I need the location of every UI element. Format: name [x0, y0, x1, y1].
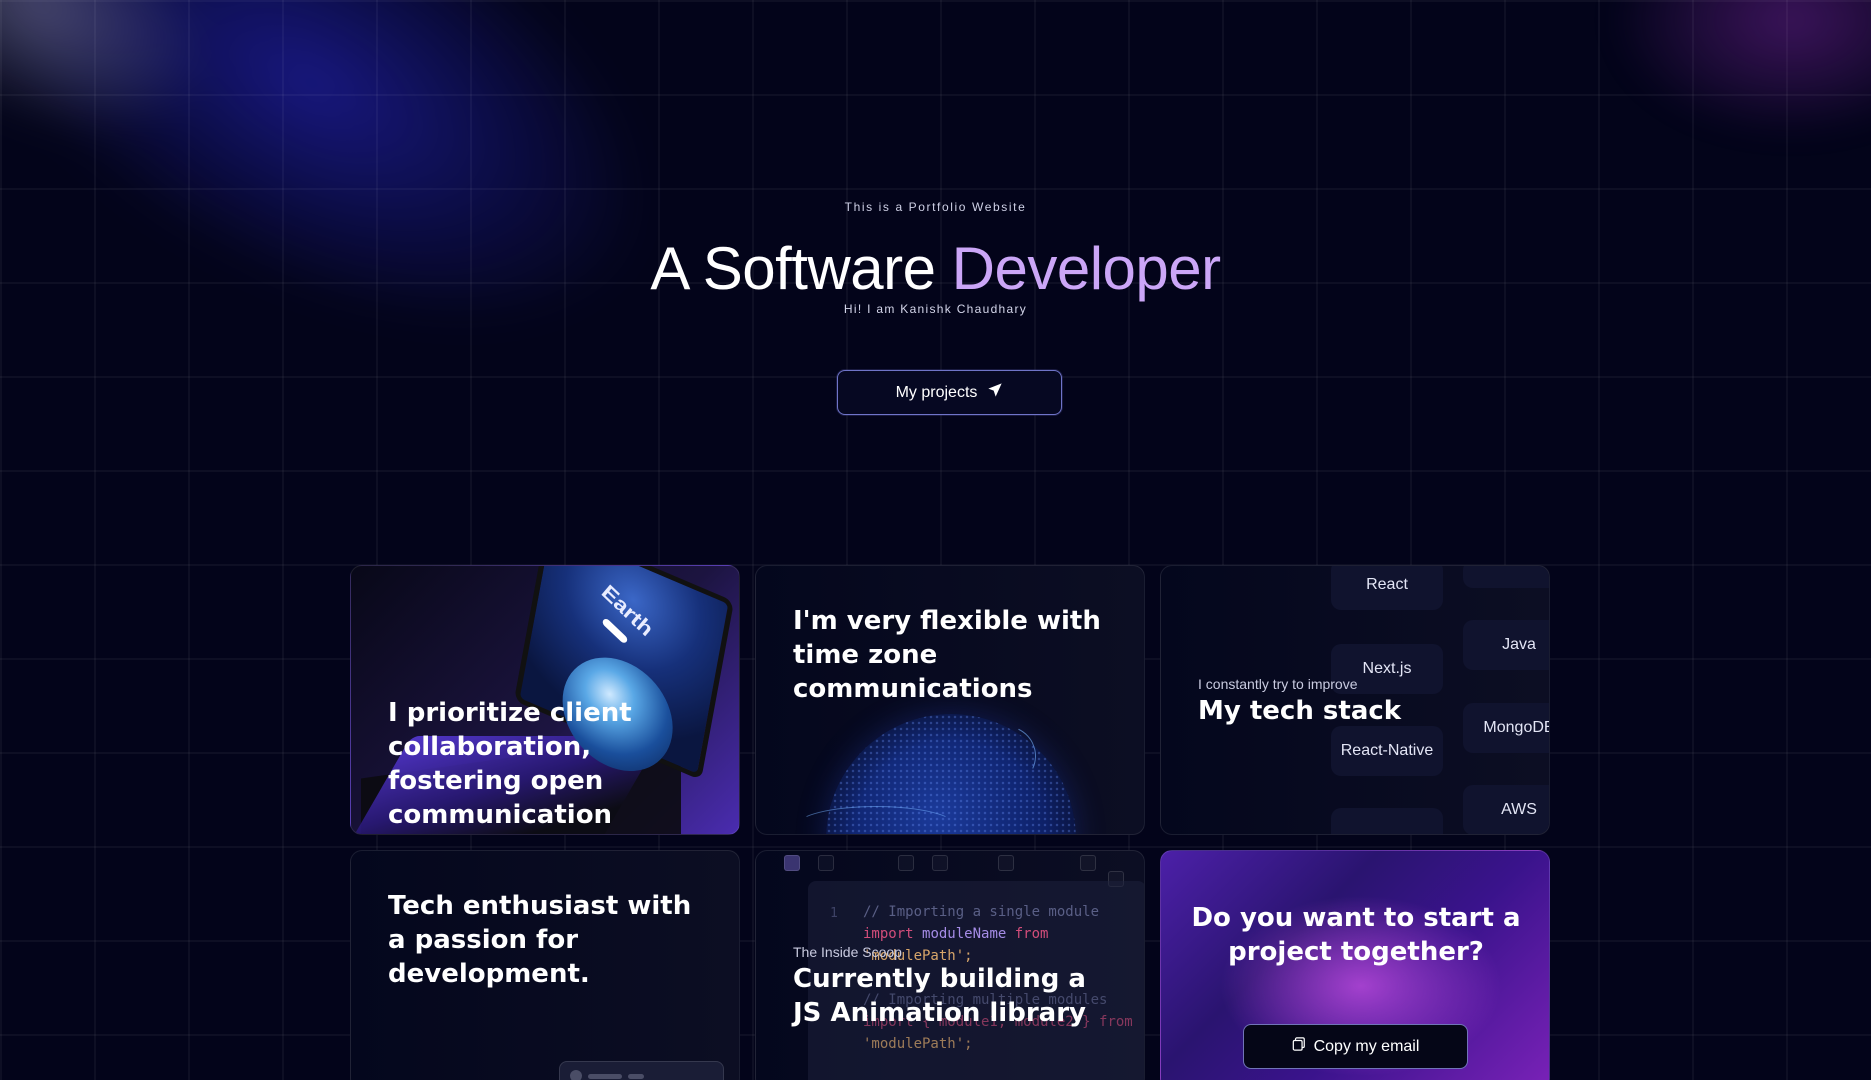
- my-projects-label: My projects: [895, 383, 978, 401]
- hero-eyebrow: This is a Portfolio Website: [844, 200, 1027, 214]
- hero-subtitle: Hi! I am Kanishk Chaudhary: [843, 302, 1028, 316]
- hero-section: This is a Portfolio Website A Software D…: [0, 200, 1871, 316]
- tech-pill-react-native: React-Native: [1331, 726, 1443, 776]
- card-title: Do you want to start a project together?: [1191, 903, 1521, 967]
- card-tech-enthusiast: Tech enthusiast with a passion for devel…: [350, 850, 740, 1080]
- card-title: Currently building a JS Animation librar…: [793, 964, 1086, 1028]
- send-icon: [987, 382, 1003, 403]
- copy-email-label: Copy my email: [1313, 1037, 1420, 1055]
- card-title: Tech enthusiast with a passion for devel…: [388, 891, 692, 989]
- grid-square: [818, 855, 834, 871]
- tech-pill-empty: [1331, 808, 1443, 834]
- grid-square: [932, 855, 948, 871]
- code-comment: // Importing a single module: [863, 904, 1100, 920]
- hero-title-main: A Software: [650, 235, 952, 302]
- card-tech-stack: React Next.js React-Native Java MongoDB …: [1160, 565, 1550, 835]
- code-keyword: from: [1099, 1014, 1133, 1030]
- card-kicker: I constantly try to improve: [1198, 676, 1358, 692]
- tech-pill-empty: [1463, 566, 1549, 588]
- card-animation-library: 1 // Importing a single module import mo…: [755, 850, 1145, 1080]
- hero-title: A Software Developer: [0, 236, 1871, 302]
- grid-square: [898, 855, 914, 871]
- tech-pill-java: Java: [1463, 620, 1549, 670]
- page: This is a Portfolio Website A Software D…: [0, 0, 1871, 1080]
- laptop-screen-text: Earth: [597, 580, 658, 641]
- grid-square: [1080, 855, 1096, 871]
- code-identifier: moduleName: [922, 926, 1007, 942]
- card-title: I prioritize client collaboration, foste…: [388, 698, 632, 830]
- mini-ui-dot: [570, 1070, 582, 1080]
- card-contact: Do you want to start a project together?…: [1160, 850, 1550, 1080]
- tech-pill-react: React: [1331, 566, 1443, 610]
- tech-pill-aws: AWS: [1463, 785, 1549, 834]
- mini-ui-line: [628, 1074, 644, 1079]
- copy-icon: [1292, 1037, 1306, 1056]
- card-kicker: The Inside Scoop: [793, 944, 902, 960]
- code-string: 'modulePath';: [863, 1036, 973, 1052]
- grid-square: [998, 855, 1014, 871]
- card-title: My tech stack: [1198, 696, 1402, 726]
- code-keyword: from: [1014, 926, 1049, 942]
- mini-ui-bar: [559, 1061, 724, 1080]
- mini-ui-line: [588, 1074, 622, 1079]
- code-keyword: import: [863, 926, 914, 942]
- my-projects-button[interactable]: My projects: [837, 370, 1062, 415]
- copy-email-button[interactable]: Copy my email: [1243, 1024, 1468, 1069]
- hero-title-accent: Developer: [951, 235, 1222, 302]
- card-client-collaboration: Earth I prioritize client collaboration,…: [350, 565, 740, 835]
- line-number: 1: [830, 906, 838, 921]
- card-time-zone: I'm very flexible with time zone communi…: [755, 565, 1145, 835]
- tech-pill-mongodb: MongoDB: [1463, 703, 1549, 753]
- grid-square: [784, 855, 800, 871]
- card-title: I'm very flexible with time zone communi…: [793, 606, 1101, 704]
- code-import-line: import moduleName from: [863, 923, 1048, 945]
